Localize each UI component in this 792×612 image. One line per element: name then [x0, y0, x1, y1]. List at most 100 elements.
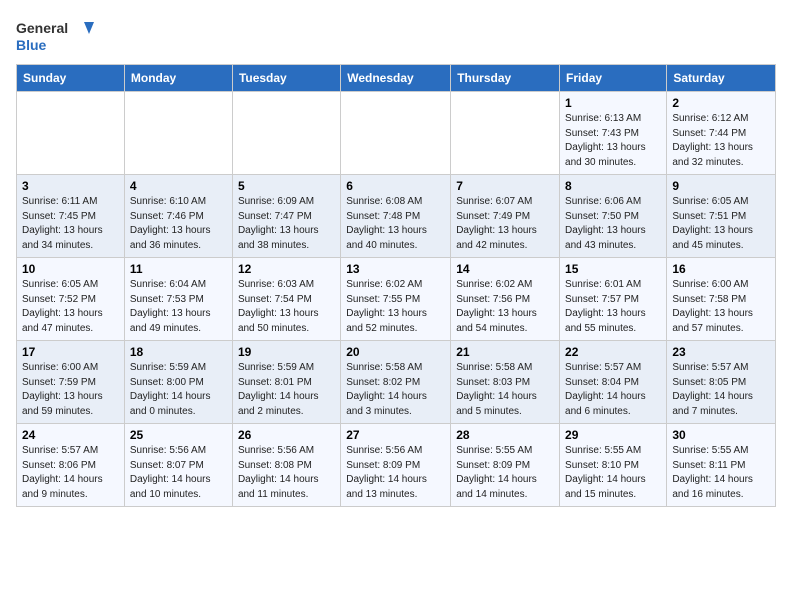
calendar-cell: [17, 92, 125, 175]
calendar-cell: 5Sunrise: 6:09 AM Sunset: 7:47 PM Daylig…: [232, 175, 340, 258]
calendar-cell: 17 Sunrise: 6:00 AM Sunset: 7:59 PM Dayli…: [17, 341, 125, 424]
col-header-friday: Friday: [560, 65, 667, 92]
day-number: 20: [346, 345, 445, 359]
calendar-cell: 29 Sunrise: 5:55 AM Sunset: 8:10 PM Dayli…: [560, 424, 667, 507]
calendar-cell: 13 Sunrise: 6:02 AM Sunset: 7:55 PM Dayli…: [341, 258, 451, 341]
day-info: Sunrise: 6:02 AM Sunset: 7:55 PM Dayligh…: [346, 278, 445, 336]
calendar-week-row: 3Sunrise: 6:11 AM Sunset: 7:45 PM Daylig…: [17, 175, 776, 258]
calendar-cell: 11 Sunrise: 6:04 AM Sunset: 7:53 PM Dayli…: [124, 258, 232, 341]
day-number: 14: [456, 262, 554, 276]
svg-text:Blue: Blue: [16, 37, 47, 53]
calendar-cell: 22Sunrise: 5:57 AM Sunset: 8:04 PM Dayli…: [560, 341, 667, 424]
calendar-cell: 27 Sunrise: 5:56 AM Sunset: 8:09 PM Dayli…: [341, 424, 451, 507]
calendar-cell: 23 Sunrise: 5:57 AM Sunset: 8:05 PM Dayli…: [667, 341, 776, 424]
day-number: 16: [672, 262, 770, 276]
calendar-header-row: SundayMondayTuesdayWednesdayThursdayFrid…: [17, 65, 776, 92]
calendar-cell: 20 Sunrise: 5:58 AM Sunset: 8:02 PM Dayli…: [341, 341, 451, 424]
day-number: 8: [565, 179, 661, 193]
calendar-cell: [451, 92, 560, 175]
calendar-week-row: 17 Sunrise: 6:00 AM Sunset: 7:59 PM Dayli…: [17, 341, 776, 424]
calendar-cell: 30Sunrise: 5:55 AM Sunset: 8:11 PM Dayli…: [667, 424, 776, 507]
calendar-cell: 1 Sunrise: 6:13 AM Sunset: 7:43 PM Daylig…: [560, 92, 667, 175]
calendar-table: SundayMondayTuesdayWednesdayThursdayFrid…: [16, 64, 776, 507]
calendar-cell: 9 Sunrise: 6:05 AM Sunset: 7:51 PM Daylig…: [667, 175, 776, 258]
day-info: Sunrise: 5:55 AM Sunset: 8:10 PM Dayligh…: [565, 444, 661, 502]
day-number: 21: [456, 345, 554, 359]
day-info: Sunrise: 5:59 AM Sunset: 8:01 PM Dayligh…: [238, 361, 335, 419]
calendar-cell: 24 Sunrise: 5:57 AM Sunset: 8:06 PM Dayli…: [17, 424, 125, 507]
day-info: Sunrise: 5:58 AM Sunset: 8:03 PM Dayligh…: [456, 361, 554, 419]
day-info: Sunrise: 5:56 AM Sunset: 8:07 PM Dayligh…: [130, 444, 227, 502]
calendar-cell: 25Sunrise: 5:56 AM Sunset: 8:07 PM Dayli…: [124, 424, 232, 507]
day-number: 24: [22, 428, 119, 442]
day-number: 27: [346, 428, 445, 442]
col-header-tuesday: Tuesday: [232, 65, 340, 92]
day-number: 22: [565, 345, 661, 359]
calendar-cell: 21 Sunrise: 5:58 AM Sunset: 8:03 PM Dayli…: [451, 341, 560, 424]
calendar-cell: 8 Sunrise: 6:06 AM Sunset: 7:50 PM Daylig…: [560, 175, 667, 258]
calendar-cell: 26Sunrise: 5:56 AM Sunset: 8:08 PM Dayli…: [232, 424, 340, 507]
day-number: 26: [238, 428, 335, 442]
day-info: Sunrise: 6:09 AM Sunset: 7:47 PM Dayligh…: [238, 195, 335, 253]
calendar-cell: 15Sunrise: 6:01 AM Sunset: 7:57 PM Dayli…: [560, 258, 667, 341]
day-info: Sunrise: 5:57 AM Sunset: 8:06 PM Dayligh…: [22, 444, 119, 502]
day-info: Sunrise: 6:07 AM Sunset: 7:49 PM Dayligh…: [456, 195, 554, 253]
day-number: 23: [672, 345, 770, 359]
day-number: 28: [456, 428, 554, 442]
logo-svg: General Blue: [16, 16, 96, 56]
day-number: 11: [130, 262, 227, 276]
day-number: 12: [238, 262, 335, 276]
day-number: 1: [565, 96, 661, 110]
calendar-cell: 2 Sunrise: 6:12 AM Sunset: 7:44 PM Daylig…: [667, 92, 776, 175]
day-number: 30: [672, 428, 770, 442]
day-info: Sunrise: 6:00 AM Sunset: 7:59 PM Dayligh…: [22, 361, 119, 419]
day-info: Sunrise: 5:56 AM Sunset: 8:09 PM Dayligh…: [346, 444, 445, 502]
day-info: Sunrise: 6:13 AM Sunset: 7:43 PM Dayligh…: [565, 112, 661, 170]
page-header: General Blue: [16, 16, 776, 56]
day-number: 9: [672, 179, 770, 193]
calendar-cell: 4Sunrise: 6:10 AM Sunset: 7:46 PM Daylig…: [124, 175, 232, 258]
day-info: Sunrise: 5:57 AM Sunset: 8:05 PM Dayligh…: [672, 361, 770, 419]
calendar-cell: [232, 92, 340, 175]
calendar-week-row: 1 Sunrise: 6:13 AM Sunset: 7:43 PM Daylig…: [17, 92, 776, 175]
day-info: Sunrise: 6:08 AM Sunset: 7:48 PM Dayligh…: [346, 195, 445, 253]
col-header-thursday: Thursday: [451, 65, 560, 92]
logo: General Blue: [16, 16, 96, 56]
calendar-week-row: 10Sunrise: 6:05 AM Sunset: 7:52 PM Dayli…: [17, 258, 776, 341]
day-info: Sunrise: 6:02 AM Sunset: 7:56 PM Dayligh…: [456, 278, 554, 336]
day-number: 3: [22, 179, 119, 193]
calendar-cell: 12 Sunrise: 6:03 AM Sunset: 7:54 PM Dayli…: [232, 258, 340, 341]
calendar-cell: 6 Sunrise: 6:08 AM Sunset: 7:48 PM Daylig…: [341, 175, 451, 258]
day-number: 17: [22, 345, 119, 359]
calendar-cell: [124, 92, 232, 175]
calendar-cell: 16 Sunrise: 6:00 AM Sunset: 7:58 PM Dayli…: [667, 258, 776, 341]
day-info: Sunrise: 6:00 AM Sunset: 7:58 PM Dayligh…: [672, 278, 770, 336]
day-number: 19: [238, 345, 335, 359]
day-info: Sunrise: 6:05 AM Sunset: 7:51 PM Dayligh…: [672, 195, 770, 253]
day-number: 10: [22, 262, 119, 276]
calendar-week-row: 24 Sunrise: 5:57 AM Sunset: 8:06 PM Dayli…: [17, 424, 776, 507]
calendar-cell: 18 Sunrise: 5:59 AM Sunset: 8:00 PM Dayli…: [124, 341, 232, 424]
day-info: Sunrise: 5:59 AM Sunset: 8:00 PM Dayligh…: [130, 361, 227, 419]
day-number: 18: [130, 345, 227, 359]
calendar-cell: 10Sunrise: 6:05 AM Sunset: 7:52 PM Dayli…: [17, 258, 125, 341]
day-number: 6: [346, 179, 445, 193]
calendar-cell: 3Sunrise: 6:11 AM Sunset: 7:45 PM Daylig…: [17, 175, 125, 258]
day-number: 29: [565, 428, 661, 442]
day-info: Sunrise: 6:06 AM Sunset: 7:50 PM Dayligh…: [565, 195, 661, 253]
day-number: 13: [346, 262, 445, 276]
day-info: Sunrise: 5:58 AM Sunset: 8:02 PM Dayligh…: [346, 361, 445, 419]
day-info: Sunrise: 6:03 AM Sunset: 7:54 PM Dayligh…: [238, 278, 335, 336]
day-info: Sunrise: 6:12 AM Sunset: 7:44 PM Dayligh…: [672, 112, 770, 170]
calendar-cell: 28 Sunrise: 5:55 AM Sunset: 8:09 PM Dayli…: [451, 424, 560, 507]
day-info: Sunrise: 5:55 AM Sunset: 8:09 PM Dayligh…: [456, 444, 554, 502]
day-number: 2: [672, 96, 770, 110]
col-header-monday: Monday: [124, 65, 232, 92]
day-info: Sunrise: 6:04 AM Sunset: 7:53 PM Dayligh…: [130, 278, 227, 336]
calendar-cell: 14 Sunrise: 6:02 AM Sunset: 7:56 PM Dayli…: [451, 258, 560, 341]
calendar-cell: 7Sunrise: 6:07 AM Sunset: 7:49 PM Daylig…: [451, 175, 560, 258]
day-number: 15: [565, 262, 661, 276]
day-info: Sunrise: 6:10 AM Sunset: 7:46 PM Dayligh…: [130, 195, 227, 253]
col-header-saturday: Saturday: [667, 65, 776, 92]
calendar-cell: [341, 92, 451, 175]
